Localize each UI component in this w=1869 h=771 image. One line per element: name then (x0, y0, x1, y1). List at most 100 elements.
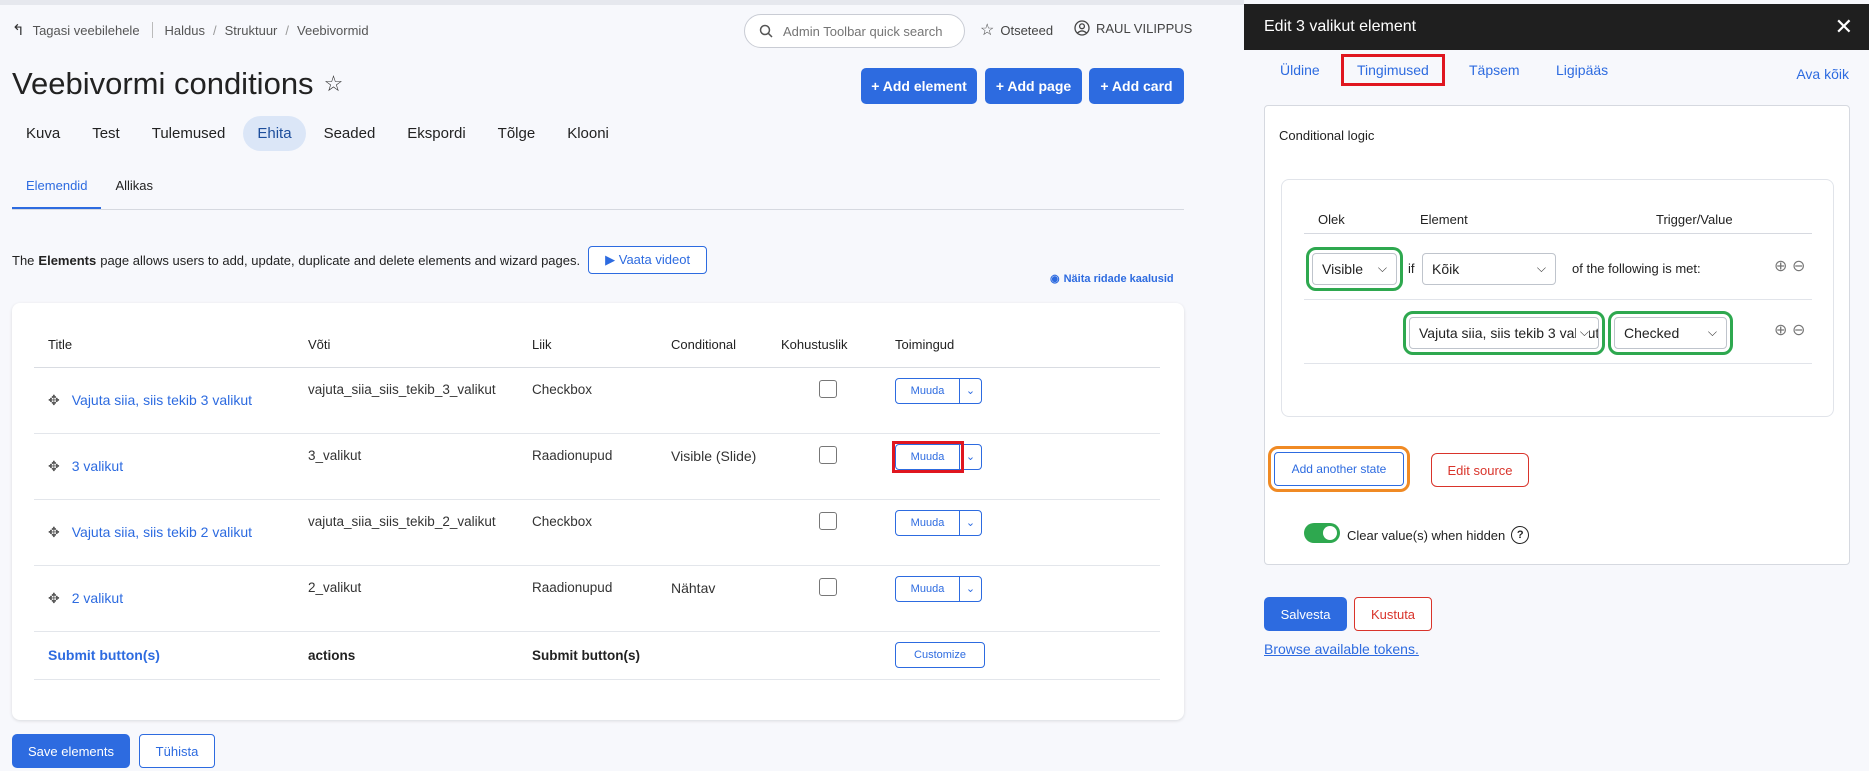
header-required: Kohustuslik (767, 323, 881, 368)
table-row: ✥ 3 valikut 3_valikut Raadionupud Visible… (34, 433, 1160, 500)
tab-elemendid[interactable]: Elemendid (12, 168, 102, 209)
row-title-link[interactable]: Vajuta siia, siis tekib 2 valikut (72, 524, 252, 540)
row-operations-cell: Muuda ⌄ (881, 565, 1160, 632)
remove-condition-icon[interactable]: ⊖ (1792, 320, 1805, 340)
submit-type: Submit button(s) (518, 631, 657, 680)
edit-button[interactable]: Muuda (896, 378, 960, 403)
drag-handle-icon[interactable]: ✥ (48, 458, 60, 474)
table-row: ✥ 2 valikut 2_valikut Raadionupud Nähtav … (34, 565, 1160, 632)
row-title-link[interactable]: Vajuta siia, siis tekib 3 valikut (72, 392, 252, 408)
tab-tapsem[interactable]: Täpsem (1469, 62, 1520, 78)
watch-video-button[interactable]: ▶ Vaata videot (588, 246, 708, 274)
trigger-select[interactable]: Checked ⌵ (1608, 311, 1733, 355)
tab-tolge[interactable]: Tõlge (484, 116, 550, 151)
eye-icon: ◉ (1050, 273, 1060, 285)
state-select[interactable]: Visible ⌵ (1306, 247, 1403, 291)
panel-tabs: Üldine Tingimused Täpsem Ligipääs Ava kõ… (1244, 50, 1869, 90)
row-title-link[interactable]: 3 valikut (72, 458, 123, 474)
submit-title-link[interactable]: Submit button(s) (34, 631, 294, 680)
row-title-cell: ✥ Vajuta siia, siis tekib 2 valikut (34, 499, 294, 566)
row-title-cell: ✥ Vajuta siia, siis tekib 3 valikut (34, 367, 294, 434)
tab-kuva[interactable]: Kuva (12, 116, 74, 151)
admin-toolbar-search[interactable] (744, 14, 965, 48)
clear-hidden-toggle[interactable] (1304, 523, 1340, 543)
edit-button[interactable]: Muuda (896, 576, 960, 601)
element-select[interactable]: Vajuta siia, siis tekib 3 valikut ⌵ (1403, 311, 1605, 355)
row-type: Checkbox (518, 499, 657, 566)
favorite-star-icon[interactable]: ☆ (324, 71, 344, 97)
tab-allikas[interactable]: Allikas (101, 168, 167, 209)
expand-all-link[interactable]: Ava kõik (1796, 66, 1849, 82)
required-checkbox[interactable] (819, 379, 837, 398)
cancel-button[interactable]: Tühista (139, 734, 215, 768)
row-operations-cell: Muuda ⌄ (881, 499, 1160, 566)
chevron-down-icon: ⌵ (1532, 261, 1546, 276)
add-another-state-button[interactable]: Add another state (1268, 446, 1410, 492)
intro-bold: Elements (38, 252, 97, 268)
breadcrumb-item-veebivormid[interactable]: Veebivormid (297, 23, 369, 38)
required-checkbox[interactable] (819, 511, 837, 530)
delete-button[interactable]: Kustuta (1354, 597, 1432, 631)
submit-required (767, 631, 881, 680)
save-button[interactable]: Salvesta (1264, 597, 1347, 631)
show-row-weights-link[interactable]: ◉ Näita ridade kaalusid (1050, 272, 1174, 286)
breadcrumb-separator: / (285, 22, 290, 38)
primary-tabs: Kuva Test Tulemused Ehita Seaded Ekspord… (12, 116, 623, 151)
drag-handle-icon[interactable]: ✥ (48, 524, 60, 540)
row-conditional[interactable]: Visible (Slide) (657, 433, 767, 500)
chevron-down-icon[interactable]: ⌄ (960, 577, 981, 601)
back-arrow-icon[interactable]: ↰ (12, 21, 25, 39)
add-page-button[interactable]: + Add page (985, 68, 1082, 104)
chevron-down-icon[interactable]: ⌄ (960, 511, 981, 535)
operator-select[interactable]: Kõik ⌵ (1422, 253, 1556, 285)
close-icon[interactable]: ✕ (1835, 14, 1853, 40)
row-operations-cell: Muuda ⌄ (881, 367, 1160, 434)
table-header-row: Title Võti Liik Conditional Kohustuslik … (34, 323, 1160, 368)
row-conditional[interactable]: Nähtav (657, 565, 767, 632)
edit-button[interactable]: Muuda (892, 440, 964, 473)
search-input[interactable] (781, 22, 951, 40)
remove-condition-icon[interactable]: ⊖ (1792, 256, 1805, 276)
edit-split-button: Muuda ⌄ (895, 509, 982, 536)
save-elements-button[interactable]: Save elements (12, 734, 130, 768)
tab-tingimused[interactable]: Tingimused (1341, 54, 1445, 86)
state-select-value: Visible (1322, 261, 1363, 277)
chevron-down-icon: ⌵ (1575, 325, 1589, 340)
edit-split-button: Muuda ⌄ (892, 440, 982, 473)
tab-ekspordi[interactable]: Ekspordi (393, 116, 479, 151)
browse-tokens-link[interactable]: Browse available tokens. (1264, 641, 1419, 657)
user-menu[interactable]: RAUL VILIPPUS (1074, 20, 1192, 36)
edit-source-button[interactable]: Edit source (1431, 453, 1529, 487)
back-to-site-link[interactable]: Tagasi veebilehele (33, 23, 140, 38)
col-element: Element (1420, 212, 1468, 227)
tab-tulemused[interactable]: Tulemused (138, 116, 240, 151)
help-icon[interactable]: ? (1511, 526, 1530, 544)
add-card-button[interactable]: + Add card (1089, 68, 1184, 104)
shortcuts-menu[interactable]: ☆ Otseteed (980, 20, 1053, 40)
clear-hidden-text: Clear value(s) when hidden (1347, 527, 1506, 543)
states-table: Olek Element Trigger/Value Visible ⌵ if … (1281, 179, 1834, 417)
add-condition-icon[interactable]: ⊕ (1774, 256, 1787, 276)
chevron-down-icon[interactable]: ⌄ (960, 379, 981, 403)
tab-klooni[interactable]: Klooni (553, 116, 623, 151)
required-checkbox[interactable] (819, 577, 837, 596)
tab-ehita[interactable]: Ehita (243, 116, 306, 151)
tab-test[interactable]: Test (78, 116, 134, 151)
chevron-down-icon[interactable]: ⌄ (960, 445, 981, 469)
tab-uldine[interactable]: Üldine (1280, 62, 1320, 78)
drag-handle-icon[interactable]: ✥ (48, 392, 60, 408)
breadcrumb-item-struktuur[interactable]: Struktuur (225, 23, 278, 38)
conditional-logic-box: Conditional logic Olek Element Trigger/V… (1264, 105, 1850, 565)
required-checkbox[interactable] (819, 445, 837, 464)
tab-ligipaas[interactable]: Ligipääs (1556, 62, 1608, 78)
tab-seaded[interactable]: Seaded (310, 116, 390, 151)
edit-button[interactable]: Muuda (896, 510, 960, 535)
customize-button[interactable]: Customize (895, 642, 985, 668)
elements-table-card: Title Võti Liik Conditional Kohustuslik … (12, 303, 1184, 720)
add-condition-icon[interactable]: ⊕ (1774, 320, 1787, 340)
add-element-button[interactable]: + Add element (861, 68, 977, 104)
row-title-link[interactable]: 2 valikut (72, 590, 123, 606)
breadcrumb-item-haldus[interactable]: Haldus (165, 23, 205, 38)
submit-row: Submit button(s) actions Submit button(s… (34, 631, 1160, 680)
drag-handle-icon[interactable]: ✥ (48, 590, 60, 606)
